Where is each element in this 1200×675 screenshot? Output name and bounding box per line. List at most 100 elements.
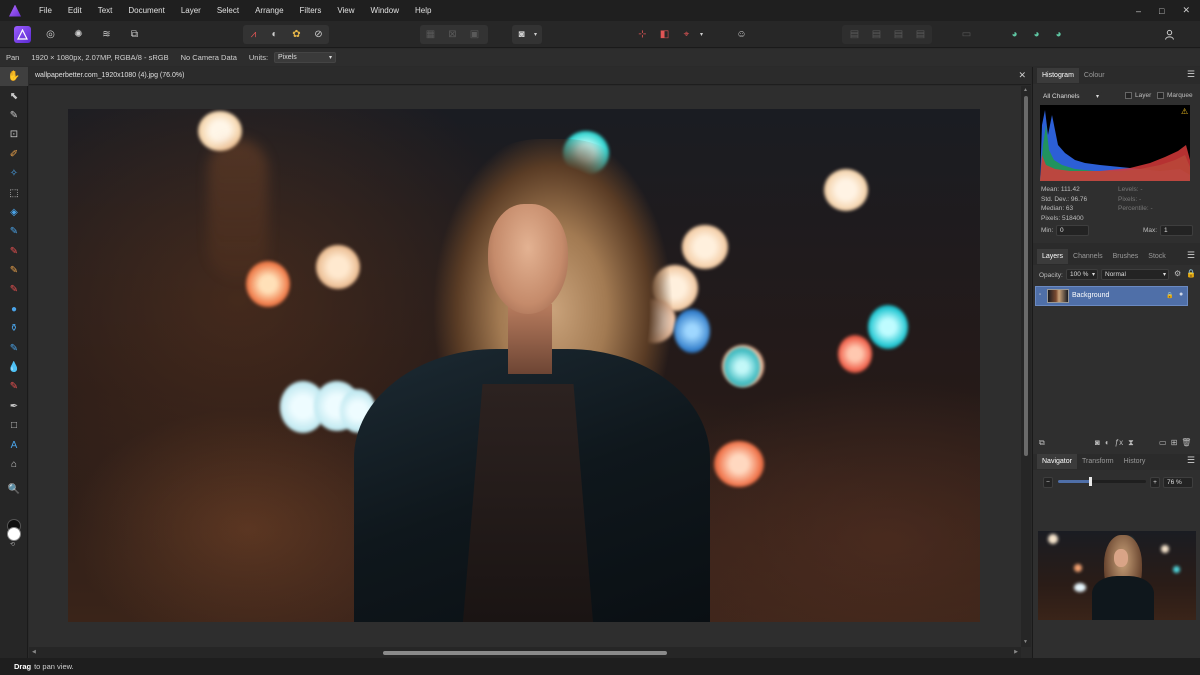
scroll-right-icon[interactable]: ▶: [1014, 649, 1018, 655]
add-layer-icon[interactable]: ⊞: [1171, 438, 1178, 447]
zoom-in-button[interactable]: +: [1150, 477, 1160, 488]
menu-arrange[interactable]: Arrange: [247, 6, 291, 15]
blur-tool-icon[interactable]: ●: [0, 300, 28, 319]
auto-white-balance-icon[interactable]: ⊘: [310, 26, 327, 43]
chevron-down-icon[interactable]: ▾: [531, 26, 540, 43]
zoom-slider-track[interactable]: [1058, 477, 1146, 486]
delete-layer-icon[interactable]: 🗑: [1181, 438, 1191, 447]
opacity-select[interactable]: 100 % ▾: [1066, 269, 1098, 280]
blend-mode-select[interactable]: Normal ▾: [1101, 269, 1169, 280]
visibility-dot-icon[interactable]: ●: [1179, 291, 1183, 298]
menu-help[interactable]: Help: [407, 6, 439, 15]
vertical-scrollbar[interactable]: ▲ ▼: [1021, 86, 1031, 647]
tab-colour[interactable]: Colour: [1079, 72, 1110, 79]
scroll-left-icon[interactable]: ◀: [32, 649, 36, 655]
crop-straighten-icon[interactable]: ⊹: [634, 26, 651, 43]
close-document-icon[interactable]: ✕: [1018, 70, 1026, 81]
account-icon[interactable]: [1161, 26, 1178, 43]
zoom-value[interactable]: 76 %: [1163, 477, 1193, 488]
clone-tool-icon[interactable]: ✎: [0, 280, 28, 299]
crop-tool-icon[interactable]: ⊡: [0, 125, 28, 144]
close-window-button[interactable]: ✕: [1182, 5, 1190, 16]
add-selection-icon[interactable]: ◕: [1006, 26, 1023, 43]
photo-persona-icon[interactable]: [14, 26, 31, 43]
menu-text[interactable]: Text: [90, 6, 121, 15]
tab-layers[interactable]: Layers: [1037, 249, 1069, 264]
marquee-tool-icon[interactable]: ⬚: [0, 183, 28, 202]
layer-options-icon[interactable]: ⧉: [1039, 438, 1045, 448]
intersect-selection-icon[interactable]: ◕: [1050, 26, 1067, 43]
subtract-selection-icon[interactable]: ◕: [1028, 26, 1045, 43]
deselect-icon[interactable]: ⊠: [444, 26, 461, 43]
view-tool-hand-icon[interactable]: ✋: [0, 67, 28, 87]
tab-stock[interactable]: Stock: [1143, 253, 1171, 260]
zoom-slider-knob[interactable]: [1088, 477, 1092, 486]
pen-tool-icon[interactable]: ✒: [0, 397, 28, 416]
add-group-icon[interactable]: ▭: [1159, 438, 1167, 447]
menu-layer[interactable]: Layer: [173, 6, 209, 15]
mirror-icon[interactable]: ◧: [656, 26, 673, 43]
tab-channels[interactable]: Channels: [1068, 253, 1108, 260]
rectangle-tool-icon[interactable]: □: [0, 416, 28, 435]
auto-contrast-icon[interactable]: ◐: [266, 26, 283, 43]
text-tool-icon[interactable]: A: [0, 435, 28, 454]
live-filter-icon[interactable]: ƒx: [1115, 438, 1123, 448]
scroll-up-icon[interactable]: ▲: [1023, 87, 1028, 93]
colour-picker-tool-icon[interactable]: ✎: [0, 106, 28, 125]
layer-checkbox[interactable]: Layer: [1125, 92, 1151, 99]
assistant-icon[interactable]: ☺: [733, 26, 750, 43]
chevron-down-icon[interactable]: ▾: [697, 26, 706, 43]
quick-mask-icon[interactable]: ◙: [513, 26, 530, 43]
marquee-checkbox[interactable]: Marquee: [1157, 92, 1193, 99]
align-icon[interactable]: ▭: [958, 26, 975, 43]
swap-colours-icon[interactable]: ⟲: [10, 541, 15, 548]
layer-visibility-icon[interactable]: ▫: [1039, 292, 1041, 298]
lock-icon[interactable]: 🔒: [1186, 269, 1196, 278]
move-to-front-icon[interactable]: ▤: [912, 26, 929, 43]
auto-colours-icon[interactable]: ✿: [288, 26, 305, 43]
lock-icon[interactable]: 🔒: [1166, 292, 1173, 299]
maximize-button[interactable]: □: [1159, 6, 1164, 16]
dodge-tool-icon[interactable]: ✎: [0, 261, 28, 280]
menu-document[interactable]: Document: [120, 6, 172, 15]
red-eye-tool-icon[interactable]: ✎: [0, 338, 28, 357]
select-all-icon[interactable]: ▦: [422, 26, 439, 43]
min-input[interactable]: 0: [1056, 225, 1089, 236]
tab-brushes[interactable]: Brushes: [1108, 253, 1144, 260]
gradient-tool-icon[interactable]: ✎: [0, 222, 28, 241]
minimize-button[interactable]: –: [1136, 6, 1141, 16]
tab-history[interactable]: History: [1119, 458, 1151, 465]
units-select[interactable]: Pixels ▾: [274, 52, 337, 63]
invert-selection-icon[interactable]: ▣: [466, 26, 483, 43]
auto-levels-icon[interactable]: ⩘: [245, 26, 262, 43]
menu-filters[interactable]: Filters: [292, 6, 330, 15]
flood-select-tool-icon[interactable]: ✧: [0, 164, 28, 183]
smudge-tool-icon[interactable]: 💧: [0, 358, 28, 377]
panel-menu-icon[interactable]: ☰: [1187, 250, 1195, 261]
vertical-scroll-thumb[interactable]: [1024, 96, 1028, 456]
panel-menu-icon[interactable]: ☰: [1187, 69, 1195, 80]
photo-canvas[interactable]: [68, 109, 980, 622]
navigator-preview[interactable]: [1038, 531, 1196, 620]
menu-file[interactable]: File: [31, 6, 60, 15]
tab-histogram[interactable]: Histogram: [1037, 68, 1079, 83]
secondary-colour-swatch[interactable]: [7, 527, 21, 541]
tab-navigator[interactable]: Navigator: [1037, 454, 1077, 469]
document-tab[interactable]: wallpaperbetter.com_1920x1080 (4).jpg (7…: [29, 67, 1031, 85]
move-to-back-icon[interactable]: ▤: [846, 26, 863, 43]
menu-view[interactable]: View: [329, 6, 362, 15]
tab-transform[interactable]: Transform: [1077, 458, 1119, 465]
canvas-area[interactable]: [29, 86, 1021, 647]
pixel-layer-icon[interactable]: ⧗: [1128, 438, 1134, 448]
tone-mapping-persona-icon[interactable]: ≋: [98, 26, 115, 43]
gear-icon[interactable]: ⚙: [1174, 269, 1181, 278]
scroll-down-icon[interactable]: ▼: [1023, 639, 1028, 645]
snapping-icon[interactable]: ⌖: [678, 26, 695, 43]
max-input[interactable]: 1: [1160, 225, 1193, 236]
menu-window[interactable]: Window: [363, 6, 407, 15]
zoom-tool-icon[interactable]: 🔍: [0, 480, 28, 499]
layer-row-background[interactable]: ▫ Background 🔒 ●: [1035, 286, 1188, 306]
move-tool-icon[interactable]: ⬉: [0, 86, 28, 105]
menu-edit[interactable]: Edit: [60, 6, 90, 15]
move-back-icon[interactable]: ▤: [868, 26, 885, 43]
